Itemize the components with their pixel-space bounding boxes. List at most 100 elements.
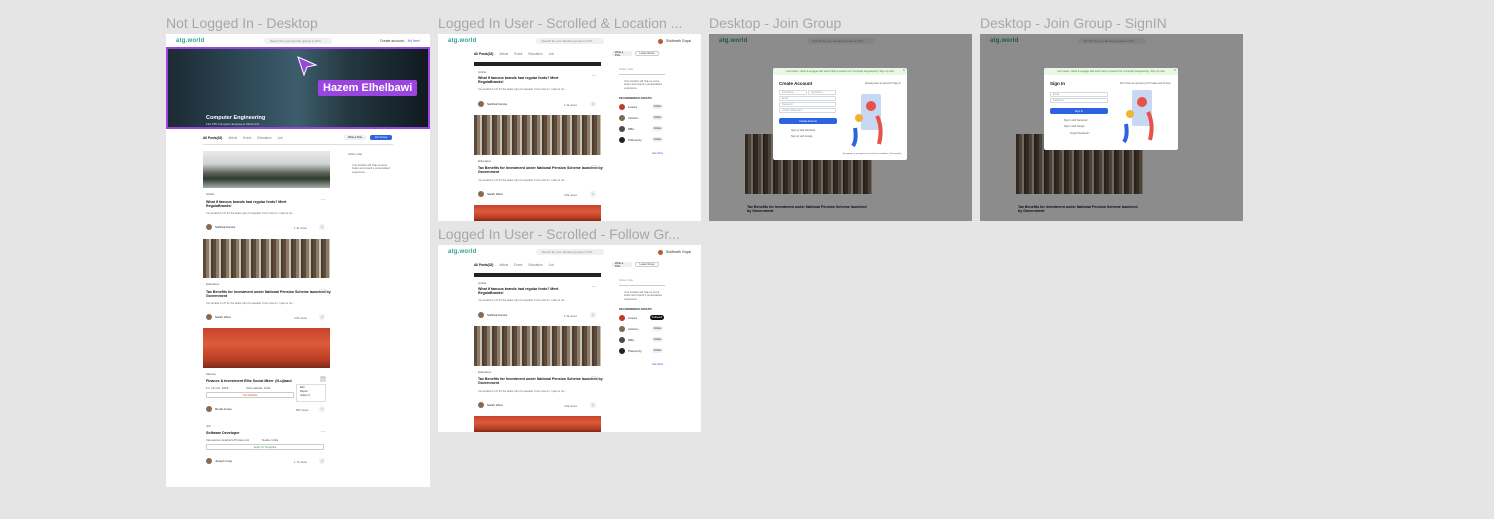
apply-button[interactable]: Apply on Timesjobs — [206, 444, 324, 450]
close-icon[interactable]: × — [1174, 68, 1176, 72]
group-item[interactable]: MBA — [619, 337, 634, 343]
tab-event[interactable]: Event — [243, 136, 251, 140]
close-icon[interactable]: × — [903, 68, 905, 72]
more-options-icon[interactable]: ⋯ — [321, 198, 325, 202]
more-options-icon[interactable]: ⋯ — [592, 375, 596, 379]
email-field[interactable]: Email — [1050, 92, 1108, 97]
follow-button[interactable]: Follow — [652, 126, 663, 131]
tab-article[interactable]: Article — [499, 52, 508, 56]
search-input[interactable]: Search for your favorite groups in ATG — [535, 249, 604, 255]
post-author[interactable]: Sarthak Kamra — [478, 312, 507, 318]
follow-button[interactable]: Follow — [652, 348, 663, 353]
first-name-field[interactable]: First Name — [779, 90, 807, 95]
post-author[interactable]: Joseph Gray — [206, 458, 232, 464]
nav-account[interactable]: Create account. It's free! — [380, 39, 420, 43]
tab-education[interactable]: Education — [528, 52, 542, 56]
last-name-field[interactable]: Last Name — [808, 90, 836, 95]
password-field[interactable]: Password — [779, 102, 836, 107]
facebook-signup-button[interactable]: Sign up with Facebook — [791, 129, 815, 132]
join-group-button[interactable]: Join Group — [370, 135, 392, 140]
share-icon[interactable]: < — [319, 458, 325, 464]
password-field[interactable]: Password — [1050, 98, 1108, 103]
tab-job[interactable]: Job — [549, 52, 554, 56]
post-author[interactable]: Sarah West — [478, 402, 503, 408]
group-item[interactable]: Leisure — [619, 315, 637, 321]
forgot-password-link[interactable]: Forgot Password? — [1070, 132, 1089, 135]
tab-all-posts[interactable]: All Posts(32) — [474, 52, 493, 56]
group-item[interactable]: Activism — [619, 326, 638, 332]
tab-event[interactable]: Event — [514, 263, 522, 267]
follow-button[interactable]: Follow — [652, 337, 663, 342]
more-options-icon[interactable]: ⋯ — [321, 288, 325, 292]
visit-website-button[interactable]: Visit Website — [206, 392, 294, 398]
tab-all-posts[interactable]: All Posts(32) — [203, 136, 222, 140]
post-title[interactable]: What if famous brands had regular fonts?… — [206, 200, 311, 209]
group-item[interactable]: MBA — [619, 126, 634, 132]
location-input[interactable]: Noida, India — [619, 68, 665, 75]
post-author[interactable]: Ronal Jones — [206, 406, 232, 412]
post-title[interactable]: What if famous brands had regular fonts?… — [478, 76, 583, 85]
location-input[interactable]: Noida, India — [348, 153, 362, 156]
google-signup-button[interactable]: Sign up with Google — [791, 135, 812, 138]
post-author[interactable]: Sarthak Kamra — [478, 101, 507, 107]
signin-button[interactable]: Sign In — [1050, 108, 1108, 114]
post-title[interactable]: Software Developer — [206, 431, 240, 435]
tab-article[interactable]: Article — [499, 263, 508, 267]
tab-job[interactable]: Job — [278, 136, 283, 140]
group-item[interactable]: Activism — [619, 115, 638, 121]
menu-item-option3[interactable]: Option 3 — [300, 394, 322, 398]
post-title[interactable]: Tax Benefits for Investment under Nation… — [206, 290, 331, 299]
more-options-icon[interactable]: ⋯ — [320, 376, 326, 382]
share-icon[interactable]: < — [590, 191, 596, 197]
tab-education[interactable]: Education — [528, 263, 542, 267]
tab-event[interactable]: Event — [514, 52, 522, 56]
google-signin-button[interactable]: Sign in with Google — [1064, 125, 1085, 128]
group-item[interactable]: Leisure — [619, 104, 637, 110]
post-author[interactable]: Sarah West — [478, 191, 503, 197]
tab-education[interactable]: Education — [257, 136, 271, 140]
user-menu[interactable]: Siddharth Goyal — [657, 38, 691, 44]
tab-all-posts[interactable]: All Posts(32) — [474, 263, 493, 267]
share-icon[interactable]: < — [590, 402, 596, 408]
email-field[interactable]: Email — [779, 96, 836, 101]
leave-group-button[interactable]: Leave Group — [635, 262, 659, 267]
group-item[interactable]: Philosophy — [619, 137, 642, 143]
post-title[interactable]: What if famous brands had regular fonts?… — [478, 287, 583, 296]
facebook-signin-button[interactable]: Sign in with Facebook — [1064, 119, 1087, 122]
more-options-icon[interactable]: ⋯ — [321, 430, 325, 434]
share-icon[interactable]: < — [319, 224, 325, 230]
location-input[interactable]: Noida, India — [619, 279, 665, 286]
write-post-button[interactable]: Write a Post — [612, 51, 632, 57]
follow-button[interactable]: Follow — [652, 137, 663, 142]
more-options-icon[interactable]: ⋯ — [592, 74, 596, 78]
more-options-icon[interactable]: ⋯ — [592, 164, 596, 168]
tab-article[interactable]: Article — [228, 136, 237, 140]
logo[interactable]: atg.world — [448, 249, 476, 255]
post-title[interactable]: Tax Benefits for Investment under Nation… — [478, 166, 603, 175]
create-account-button[interactable]: Create Account — [779, 118, 837, 124]
more-options-icon[interactable]: ⋯ — [592, 285, 596, 289]
share-icon[interactable]: < — [590, 101, 596, 107]
post-title[interactable]: Finance & Investment Elite Social Mixer … — [206, 379, 321, 383]
see-more-link[interactable]: See More... — [652, 363, 665, 366]
confirm-password-field[interactable]: Confirm Password — [779, 108, 836, 113]
post-author[interactable]: Sarah West — [206, 314, 231, 320]
see-more-link[interactable]: See More... — [652, 152, 665, 155]
search-input[interactable]: Search for your favorite groups in ATG — [264, 38, 332, 44]
follow-button[interactable]: Follow — [652, 326, 663, 331]
group-item[interactable]: Philosophy — [619, 348, 642, 354]
share-icon[interactable]: < — [319, 406, 325, 412]
leave-group-button[interactable]: Leave Group — [635, 51, 659, 56]
write-post-button[interactable]: Write a Post — [612, 262, 632, 268]
signin-switch-link[interactable]: Already have an account? Sign In — [865, 82, 901, 85]
share-icon[interactable]: < — [590, 312, 596, 318]
share-icon[interactable]: < — [319, 314, 325, 320]
logo[interactable]: atg.world — [448, 38, 476, 44]
followed-button[interactable]: Followed — [650, 315, 664, 320]
post-author[interactable]: Sarthak Kamra — [206, 224, 235, 230]
user-menu[interactable]: Siddharth Goyal — [657, 249, 691, 255]
follow-button[interactable]: Follow — [652, 104, 663, 109]
post-title[interactable]: Tax Benefits for Investment under Nation… — [478, 377, 603, 386]
create-account-link[interactable]: Create account. — [380, 39, 405, 43]
tab-job[interactable]: Job — [549, 263, 554, 267]
